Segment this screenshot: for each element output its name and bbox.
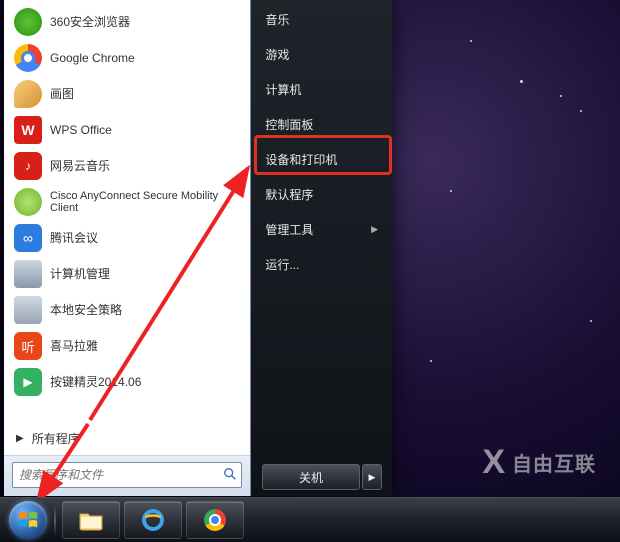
right-pane-label: 管理工具 [265, 221, 313, 238]
taskbar-ie[interactable] [124, 501, 182, 539]
right-pane-item[interactable]: 设备和打印机 [251, 142, 392, 177]
windows-logo-icon [17, 509, 39, 531]
app-label: 喜马拉雅 [50, 339, 98, 353]
right-pane-label: 默认程序 [265, 186, 313, 203]
secpol-icon [14, 296, 42, 324]
watermark-x-icon: X [482, 443, 506, 482]
start-menu-right-pane: 音乐游戏计算机控制面板设备和打印机默认程序管理工具 ▶ 运行... [251, 0, 392, 496]
app-item[interactable]: ∞ 腾讯会议 [8, 220, 246, 256]
taskbar [0, 497, 620, 542]
right-pane-item[interactable]: 管理工具 ▶ [251, 212, 392, 247]
all-programs-arrow-icon: ▶ [16, 433, 24, 444]
app-item[interactable]: ▶ 按键精灵2014.06 [8, 364, 246, 400]
right-pane-item[interactable]: 游戏 [251, 37, 392, 72]
taskbar-explorer[interactable] [62, 501, 120, 539]
app-label: Google Chrome [50, 51, 135, 65]
chrome-icon [14, 44, 42, 72]
right-pane-item[interactable]: 默认程序 [251, 177, 392, 212]
cisco-icon [14, 188, 42, 216]
taskbar-separator [54, 504, 56, 536]
shutdown-row: 关机 ▶ [262, 464, 382, 490]
submenu-arrow-icon: ▶ [371, 224, 378, 235]
right-pane-label: 游戏 [265, 46, 289, 63]
right-pane-item[interactable]: 运行... [251, 247, 392, 282]
all-programs[interactable]: ▶ 所有程序 [8, 423, 246, 453]
app-item[interactable]: Cisco AnyConnect Secure Mobility Client [8, 184, 246, 220]
app-label: 按键精灵2014.06 [50, 375, 141, 389]
ie-icon [141, 508, 165, 532]
start-menu-left-pane: 360安全浏览器 Google Chrome 画图 W WPS Office ♪ 网易云音乐… [4, 0, 251, 496]
360-icon [14, 8, 42, 36]
search-box[interactable] [12, 462, 242, 488]
app-item[interactable]: ♪ 网易云音乐 [8, 148, 246, 184]
app-label: 本地安全策略 [50, 303, 122, 317]
app-item[interactable]: 计算机管理 [8, 256, 246, 292]
right-pane-label: 控制面板 [265, 116, 313, 133]
app-item[interactable]: Google Chrome [8, 40, 246, 76]
right-pane-label: 计算机 [265, 81, 301, 98]
app-item[interactable]: 画图 [8, 76, 246, 112]
all-programs-label: 所有程序 [32, 430, 80, 447]
app-item[interactable]: W WPS Office [8, 112, 246, 148]
shutdown-button[interactable]: 关机 [262, 464, 360, 490]
ximalaya-icon: 听 [14, 332, 42, 360]
app-label: 腾讯会议 [50, 231, 98, 245]
right-pane-label: 音乐 [265, 11, 289, 28]
right-pane-label: 运行... [265, 256, 299, 273]
search-row [4, 455, 250, 496]
computer-mgmt-icon [14, 260, 42, 288]
shutdown-options-button[interactable]: ▶ [362, 464, 382, 490]
right-pane-label: 设备和打印机 [265, 151, 337, 168]
shutdown-label: 关机 [299, 469, 323, 486]
app-label: 画图 [50, 87, 74, 101]
netease-icon: ♪ [14, 152, 42, 180]
search-input[interactable] [17, 464, 219, 486]
app-item[interactable]: 360安全浏览器 [8, 4, 246, 40]
search-icon [223, 467, 237, 484]
tencent-meeting-icon: ∞ [14, 224, 42, 252]
taskbar-chrome[interactable] [186, 501, 244, 539]
pinned-apps-list: 360安全浏览器 Google Chrome 画图 W WPS Office ♪ 网易云音乐… [4, 0, 250, 421]
app-label: Cisco AnyConnect Secure Mobility Client [50, 190, 240, 214]
app-label: 网易云音乐 [50, 159, 110, 173]
folder-icon [78, 509, 104, 531]
app-label: 计算机管理 [50, 267, 110, 281]
app-item[interactable]: 听喜马拉雅 [8, 328, 246, 364]
right-pane-item[interactable]: 音乐 [251, 2, 392, 37]
paint-icon [14, 80, 42, 108]
right-pane-item[interactable]: 控制面板 [251, 107, 392, 142]
watermark-text: 自由互联 [512, 448, 596, 477]
watermark: X 自由互联 [482, 443, 596, 482]
wps-icon: W [14, 116, 42, 144]
app-item[interactable]: 本地安全策略 [8, 292, 246, 328]
keyspirit-icon: ▶ [14, 368, 42, 396]
right-pane-item[interactable]: 计算机 [251, 72, 392, 107]
app-label: WPS Office [50, 123, 112, 137]
chrome-icon [204, 509, 226, 531]
start-button[interactable] [6, 498, 50, 542]
app-label: 360安全浏览器 [50, 15, 130, 29]
start-menu: 360安全浏览器 Google Chrome 画图 W WPS Office ♪ 网易云音乐… [4, 0, 392, 496]
